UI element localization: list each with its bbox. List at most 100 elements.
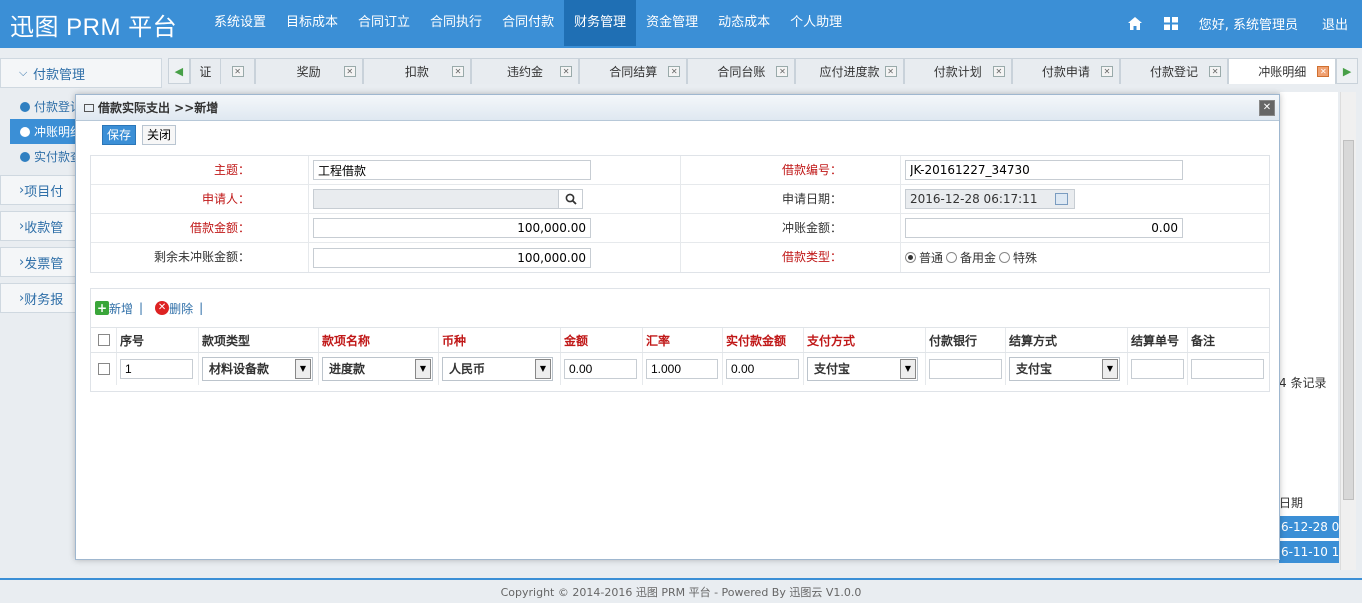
settle-method-select[interactable]: 支付宝 ▼ — [1009, 357, 1120, 381]
close-icon[interactable]: ✕ — [1317, 66, 1330, 77]
tab-item[interactable]: 付款计划 ✕ — [903, 58, 1012, 84]
sidebar-section-payment[interactable]: ⌵ 付款管理 — [0, 58, 162, 88]
close-icon[interactable]: ✕ — [560, 66, 573, 77]
offset-input[interactable] — [905, 218, 1183, 238]
settle-no-cell-input[interactable] — [1131, 359, 1184, 379]
sidebar-section-label: 付款管理 — [33, 67, 86, 83]
top-bar: 迅图 PRM 平台 系统设置 目标成本 合同订立 合同执行 合同付款 财务管理 … — [0, 0, 1362, 48]
close-icon[interactable]: ✕ — [231, 66, 244, 77]
amount-label: 借款金额： — [91, 214, 309, 242]
radio-label-normal: 普通 — [919, 251, 944, 265]
tab-item[interactable]: 应付进度款 ✕ — [795, 58, 904, 84]
grid-icon[interactable] — [1163, 15, 1179, 31]
table-row[interactable]: 6-12-28 06 — [1279, 516, 1339, 538]
tab-label: 合同台账 — [717, 65, 766, 79]
pay-method-select[interactable]: 支付宝 ▼ — [807, 357, 918, 381]
row-checkbox[interactable] — [97, 363, 110, 375]
amount-cell-input[interactable] — [564, 359, 637, 379]
calendar-icon[interactable] — [1055, 193, 1068, 205]
tab-scroll-right-icon[interactable]: ▶ — [1336, 58, 1358, 84]
nav-item-funds[interactable]: 资金管理 — [636, 0, 708, 46]
close-icon[interactable]: ✕ — [1209, 66, 1222, 77]
select-all-checkbox[interactable] — [97, 334, 110, 346]
detail-grid-panel: + 新增 | ✕ 删除 | 序号 款项类型 款项名称 币种 金额 汇率 实付款金… — [90, 288, 1270, 392]
scrollbar-thumb[interactable] — [1343, 140, 1354, 500]
close-icon[interactable]: ✕ — [1259, 100, 1275, 116]
close-icon[interactable]: ✕ — [884, 66, 897, 77]
loan-no-input[interactable] — [905, 160, 1183, 180]
dialog-toolbar: 保存 关闭 — [76, 121, 1279, 149]
tab-item[interactable]: 证 — [189, 58, 222, 84]
user-greeting[interactable]: 您好, 系统管理员 — [1199, 14, 1298, 33]
paid-cell-input[interactable] — [726, 359, 799, 379]
close-icon[interactable]: ✕ — [451, 66, 464, 77]
tab-item[interactable]: 违约金 ✕ — [470, 58, 580, 84]
remaining-input[interactable] — [313, 247, 591, 268]
apply-date-field[interactable]: 2016-12-28 06:17:11 — [905, 189, 1075, 209]
close-icon[interactable]: ✕ — [1100, 66, 1113, 77]
chevron-down-icon[interactable]: ▼ — [295, 359, 311, 379]
close-icon[interactable]: ✕ — [343, 66, 356, 77]
search-icon[interactable] — [559, 189, 583, 209]
save-button[interactable]: 保存 — [102, 125, 137, 145]
tab-scroll-left-icon[interactable]: ◀ — [168, 58, 190, 84]
nav-item-target-cost[interactable]: 目标成本 — [276, 0, 348, 46]
delete-row-button[interactable]: 删除 — [169, 300, 193, 317]
nav-item-contract-exec[interactable]: 合同执行 — [420, 0, 492, 46]
tab-offset-detail[interactable]: 冲账明细 ✕ — [1228, 58, 1337, 84]
bank-cell-input[interactable] — [929, 359, 1002, 379]
records-count: 4 条记录 — [1279, 376, 1327, 390]
add-row-button[interactable]: 新增 — [109, 300, 133, 317]
footer-copyright: Copyright © 2014-2016 迅图 PRM 平台 - Powere… — [500, 586, 862, 599]
seq-input[interactable] — [120, 359, 193, 379]
tab-item[interactable]: 合同结算 ✕ — [579, 58, 688, 84]
chevron-down-icon[interactable]: ▼ — [1102, 359, 1118, 379]
logout-link[interactable]: 退出 — [1322, 14, 1348, 33]
delete-icon[interactable]: ✕ — [155, 301, 170, 315]
chevron-down-icon[interactable]: ▼ — [900, 359, 916, 379]
top-right-area: 您好, 系统管理员 退出 — [1127, 0, 1362, 46]
applicant-label: 申请人： — [91, 185, 309, 213]
remark-cell-input[interactable] — [1191, 359, 1264, 379]
home-icon[interactable] — [1127, 15, 1143, 31]
close-icon[interactable]: ✕ — [668, 66, 681, 77]
radio-normal[interactable] — [905, 252, 916, 263]
nav-item-contract-payment[interactable]: 合同付款 — [492, 0, 564, 46]
fund-type-select[interactable]: 材料设备款 ▼ — [202, 357, 313, 381]
tab-label: 证 — [199, 65, 212, 79]
tab-item[interactable]: 付款申请 ✕ — [1011, 58, 1120, 84]
loan-expense-dialog: 借款实际支出 >>新增 ✕ 保存 关闭 主题： 借款编号： 申请人： 申请日期：… — [75, 94, 1280, 560]
detail-toolbar: + 新增 | ✕ 删除 | — [91, 289, 1269, 327]
nav-item-finance[interactable]: 财务管理 — [564, 0, 637, 46]
tab-item[interactable]: 合同台账 ✕ — [687, 58, 796, 84]
tab-item[interactable]: 奖励 ✕ — [254, 58, 363, 84]
nav-item-assistant[interactable]: 个人助理 — [780, 0, 852, 46]
pay-method-value: 支付宝 — [814, 362, 851, 376]
chevron-down-icon[interactable]: ▼ — [415, 359, 431, 379]
close-icon[interactable]: ✕ — [776, 66, 789, 77]
applicant-input[interactable] — [313, 189, 559, 209]
table-row[interactable]: 6-11-10 10 — [1279, 541, 1339, 563]
tab-item[interactable]: 付款登记 ✕ — [1119, 58, 1229, 84]
close-button[interactable]: 关闭 — [142, 125, 177, 145]
chevron-down-icon[interactable]: ▼ — [535, 359, 551, 379]
tab-label: 付款计划 — [933, 65, 982, 79]
radio-reserve[interactable] — [946, 252, 958, 263]
rate-cell-input[interactable] — [646, 359, 718, 379]
loan-type-radio-group: 普通 备用金 特殊 — [905, 249, 1040, 266]
subject-input[interactable] — [313, 160, 591, 180]
nav-item-system-settings[interactable]: 系统设置 — [204, 0, 276, 46]
currency-select[interactable]: 人民币 ▼ — [442, 357, 553, 381]
nav-item-contract-sign[interactable]: 合同订立 — [348, 0, 420, 46]
nav-item-dynamic-cost[interactable]: 动态成本 — [708, 0, 780, 46]
col-remark: 备注 — [1191, 333, 1216, 348]
fund-name-select[interactable]: 进度款 ▼ — [322, 357, 433, 381]
plus-icon[interactable]: + — [95, 301, 109, 315]
toolbar-separator: | — [139, 301, 144, 315]
scrollbar[interactable] — [1340, 92, 1356, 570]
tab-item[interactable]: 扣款 ✕ — [362, 58, 471, 84]
close-icon[interactable]: ✕ — [992, 66, 1005, 77]
amount-input[interactable] — [313, 218, 591, 238]
radio-special[interactable] — [999, 252, 1011, 263]
footer-divider — [0, 578, 1362, 580]
